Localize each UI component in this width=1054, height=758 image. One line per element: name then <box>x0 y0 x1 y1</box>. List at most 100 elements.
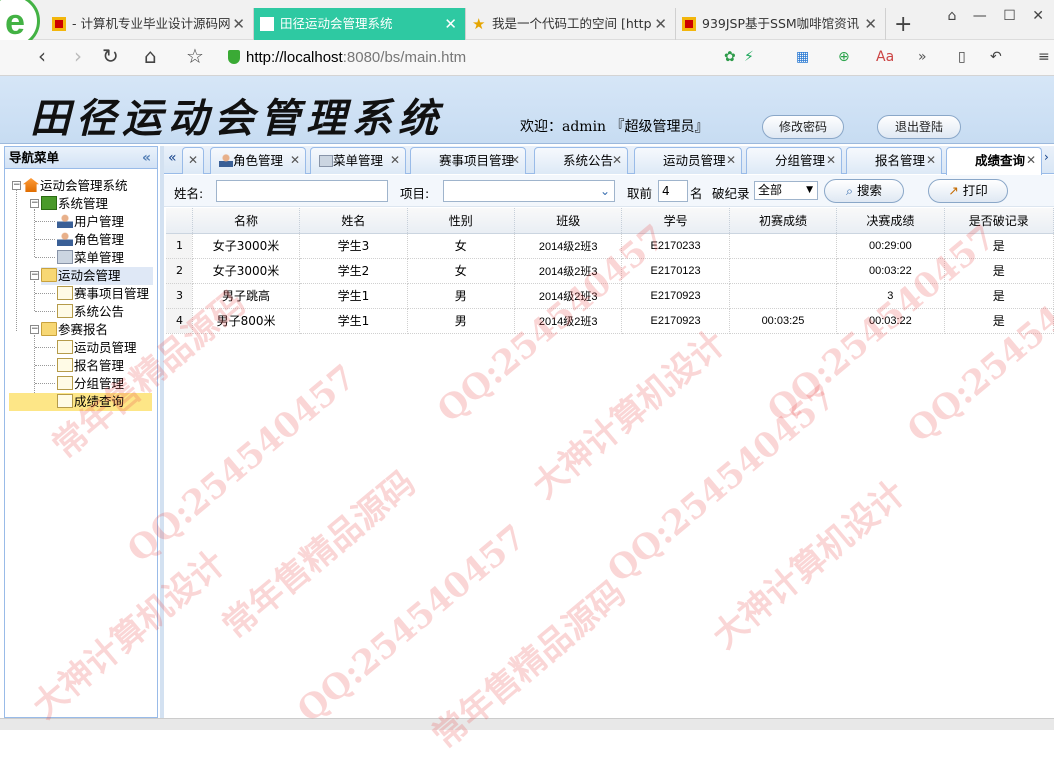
tab-score-query[interactable]: 成绩查询 ✕ <box>946 147 1042 175</box>
tab-athlete-management[interactable]: 运动员管理 ✕ <box>634 147 742 174</box>
tree-group-sports[interactable]: 运动会管理 <box>41 267 153 285</box>
close-icon[interactable]: ✕ <box>232 8 245 40</box>
undo-icon[interactable]: ↶ <box>990 49 1002 65</box>
column-header[interactable]: 是否破记录 <box>944 208 1054 234</box>
close-icon[interactable]: ✕ <box>726 148 736 173</box>
tree-toggle-icon[interactable]: − <box>30 199 39 208</box>
scroll-left-icon[interactable]: « <box>168 150 177 166</box>
tree-group-system[interactable]: 系统管理 <box>41 195 108 213</box>
address-bar[interactable]: http://localhost:8080/bs/main.htm <box>222 44 712 72</box>
watermark-text: QQ:254540457 <box>600 376 844 591</box>
sidebar-title: 导航菜单 <box>9 150 60 165</box>
close-icon[interactable]: ✕ <box>926 148 936 173</box>
sidebar-item-score-query[interactable]: 成绩查询 <box>9 393 152 411</box>
browser-tab[interactable]: - 计算机专业毕业设计源码网 ✕ <box>46 8 254 40</box>
tab-event-management[interactable]: 赛事项目管理 ✕ <box>410 147 526 174</box>
tab-registration-management[interactable]: 报名管理 ✕ <box>846 147 942 174</box>
close-icon[interactable]: ✕ <box>188 148 198 173</box>
sidebar-item-role-management[interactable]: 角色管理 <box>57 231 124 249</box>
sidebar-splitter[interactable] <box>160 146 164 720</box>
close-icon[interactable]: ✕ <box>510 148 520 173</box>
top-count-input[interactable]: 4 <box>658 180 688 202</box>
close-icon[interactable]: ✕ <box>864 8 877 40</box>
name-label: 姓名: <box>174 186 204 201</box>
close-window-icon[interactable]: ✕ <box>1032 8 1044 24</box>
sidebar-item-event-management[interactable]: 赛事项目管理 <box>57 285 149 303</box>
column-header[interactable]: 姓名 <box>299 208 408 234</box>
sidebar-item-athlete-management[interactable]: 运动员管理 <box>57 339 137 357</box>
record-select[interactable]: 全部 ▼ <box>754 181 818 200</box>
table-row[interactable]: 4 男子800米 学生1 男 2014级2班3 E2170923 00:03:2… <box>166 308 1054 334</box>
more-extensions-icon[interactable]: » <box>918 49 927 65</box>
shirt-icon[interactable]: ⌂ <box>947 8 956 24</box>
apps-icon[interactable]: ▦ <box>796 49 809 65</box>
app-header: 田径运动会管理系统 欢迎：admin 『超级管理员』 修改密码 退出登陆 <box>0 76 1054 144</box>
tab-group-management[interactable]: 分组管理 ✕ <box>746 147 842 174</box>
scroll-right-icon[interactable]: › <box>1044 150 1049 164</box>
tree-toggle-icon[interactable]: − <box>30 271 39 280</box>
home-icon[interactable]: ⌂ <box>144 46 157 66</box>
reload-icon[interactable]: ↻ <box>102 46 119 66</box>
sidebar-item-user-management[interactable]: 用户管理 <box>57 213 124 231</box>
tree-root[interactable]: 运动会管理系统 <box>23 177 128 195</box>
tab-hidden[interactable]: ✕ <box>182 147 204 174</box>
browser-tab[interactable]: 939JSP基于SSM咖啡馆资讯 ✕ <box>676 8 886 40</box>
bookmarks-panel-icon[interactable]: ▯ <box>958 49 966 65</box>
menu-icon[interactable]: ≡ <box>1038 49 1050 65</box>
chevron-down-icon[interactable]: ⌄ <box>600 181 610 201</box>
browser-tab[interactable]: ★ 我是一个代码工的空间 [http ✕ <box>466 8 676 40</box>
print-button[interactable]: ↗ 打印 <box>928 179 1008 203</box>
close-icon[interactable]: ✕ <box>654 8 667 40</box>
dropdown-arrow-icon[interactable]: ▼ <box>806 182 813 199</box>
cell-class: 2014级2班3 <box>514 258 623 284</box>
tab-menu-management[interactable]: 菜单管理 ✕ <box>310 147 406 174</box>
tab-announcement[interactable]: 系统公告 ✕ <box>534 147 628 174</box>
column-header[interactable]: 名称 <box>192 208 301 234</box>
sidebar-item-registration-management[interactable]: 报名管理 <box>57 357 124 375</box>
tree-group-registration[interactable]: 参赛报名 <box>41 321 108 339</box>
reader-icon[interactable]: Aa <box>876 49 894 65</box>
new-tab-button[interactable]: + <box>894 12 912 37</box>
cell-student-id: E2170923 <box>621 308 730 334</box>
name-input[interactable] <box>216 180 388 202</box>
close-icon[interactable]: ✕ <box>826 148 836 173</box>
tree-line <box>35 347 55 348</box>
column-header[interactable]: 初赛成绩 <box>729 208 838 234</box>
translate-icon[interactable]: ⊕ <box>838 49 850 65</box>
tree-toggle-icon[interactable]: − <box>30 325 39 334</box>
sidebar-item-group-management[interactable]: 分组管理 <box>57 375 124 393</box>
maximize-icon[interactable]: ☐ <box>1003 8 1016 24</box>
forward-icon[interactable]: › <box>74 46 82 66</box>
minimize-icon[interactable]: — <box>973 8 987 24</box>
lightning-icon[interactable]: ⚡ <box>744 49 754 65</box>
close-icon[interactable]: ✕ <box>612 148 622 173</box>
column-header[interactable]: 班级 <box>514 208 623 234</box>
table-row[interactable]: 2 女子3000米 学生2 女 2014级2班3 E2170123 00:03:… <box>166 258 1054 284</box>
sidebar-item-menu-management[interactable]: 菜单管理 <box>57 249 124 267</box>
collapse-icon[interactable]: « <box>142 147 151 169</box>
change-password-button[interactable]: 修改密码 <box>762 115 844 139</box>
extension-icon[interactable]: ✿ <box>724 49 736 65</box>
browser-tab-active[interactable]: 田径运动会管理系统 ✕ <box>254 8 466 40</box>
back-icon[interactable]: ‹ <box>38 46 46 66</box>
tab-role-management[interactable]: 角色管理 ✕ <box>210 147 306 174</box>
column-header[interactable]: 决赛成绩 <box>836 208 945 234</box>
close-icon[interactable]: ✕ <box>290 148 300 173</box>
document-icon <box>57 340 73 354</box>
search-icon: ⌕ <box>845 183 853 198</box>
table-row[interactable]: 1 女子3000米 学生3 女 2014级2班3 E2170233 00:29:… <box>166 233 1054 259</box>
bookmark-star-icon[interactable]: ☆ <box>186 46 204 66</box>
sidebar-item-announcement[interactable]: 系统公告 <box>57 303 124 321</box>
close-icon[interactable]: ✕ <box>1026 148 1036 173</box>
project-select[interactable]: ⌄ <box>443 180 615 202</box>
logout-button[interactable]: 退出登陆 <box>877 115 961 139</box>
close-icon[interactable]: ✕ <box>390 148 400 173</box>
column-header[interactable]: 性别 <box>407 208 516 234</box>
search-button[interactable]: ⌕ 搜索 <box>824 179 904 203</box>
welcome-text: 欢迎：admin 『超级管理员』 <box>520 119 709 135</box>
window-controls[interactable]: ⌂ — ☐ ✕ <box>947 8 1044 24</box>
table-row[interactable]: 3 男子跳高 学生1 男 2014级2班3 E2170923 3 是 <box>166 283 1054 309</box>
column-header[interactable]: 学号 <box>621 208 730 234</box>
tree-toggle-icon[interactable]: − <box>12 181 21 190</box>
close-icon[interactable]: ✕ <box>444 8 457 40</box>
